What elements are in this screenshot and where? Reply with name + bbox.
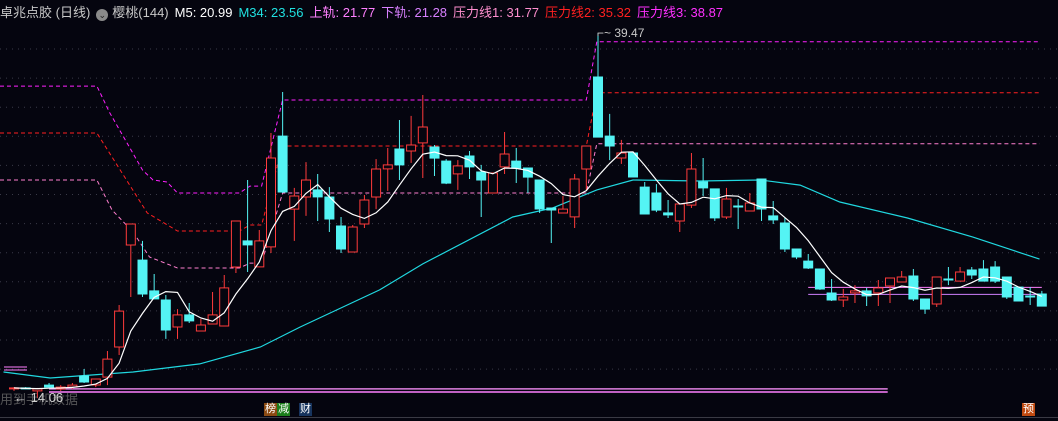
candle-body [499,153,510,168]
candle-body [896,276,907,283]
candle-body [406,144,417,152]
high-price-label: ⌐~ 39.47 [597,26,645,40]
candle-body [966,269,977,276]
candle-body [931,276,942,305]
candle-body [125,223,136,246]
ma34-line [3,179,1040,379]
candle-body [1025,295,1036,298]
candle-body [569,178,580,218]
high-price-value: 39.47 [614,26,645,40]
candle-body [593,76,603,138]
candle-body [546,207,557,211]
candle-body [336,225,346,250]
candle-body [114,310,125,348]
candle-body [943,278,954,281]
candle-body [277,135,288,193]
candle-body [452,165,463,175]
candle-body [803,260,814,269]
candle-body [663,212,674,216]
candle-body [558,208,568,214]
candle-body [955,271,966,282]
badge-yu[interactable]: 预 [1022,403,1035,416]
candle-body [266,157,276,248]
candle-body [312,189,323,198]
candle-body [604,135,615,147]
candle-body [873,287,884,294]
legend-m34: M34: 23.56 [238,5,304,20]
candle-body [581,145,592,170]
candle-body [301,179,311,198]
candle-body [79,375,90,383]
candle-body [756,178,767,210]
candle-body [137,259,148,295]
candle-body [920,298,930,310]
candle-body [441,160,452,184]
candle-body [487,172,498,194]
candle-body [768,215,779,221]
candle-body [850,290,860,294]
badge-cai[interactable]: 财 [299,403,312,416]
candle-body [628,152,638,178]
candle-body [394,148,405,166]
legend-lower: 下轨: 21.28 [381,5,448,20]
candle-body [511,160,522,169]
candle-body [347,226,358,253]
candle-body [172,314,183,328]
candle-body [826,292,837,301]
candle-body [195,324,206,332]
candle-body [184,314,195,322]
candle-body [791,248,802,258]
candle-body [44,384,54,388]
candlestick-chart[interactable] [0,0,1058,421]
legend-m5: M5: 20.99 [174,5,233,20]
badge-bang[interactable]: 榜 [264,403,277,416]
candle-body [371,168,382,198]
indicator-name[interactable]: 樱桃(144) [112,5,168,20]
candle-body [242,240,253,246]
candle-body [721,198,732,218]
legend-upper: 上轨: 21.77 [309,5,376,20]
candle-body [709,188,720,219]
candle-body [359,199,370,225]
candle-body [686,168,697,206]
candle-body [885,277,895,287]
candle-body [1013,286,1024,302]
candle-body [838,296,849,301]
candle-body [779,222,790,250]
pressure-line-3 [0,41,1040,194]
badge-jian[interactable]: 减 [277,403,290,416]
low-price-value: 14.06 [30,390,64,405]
legend-pressure2: 压力线2: 35.32 [545,5,632,20]
candle-body [534,179,545,210]
candle-body [698,181,709,189]
candle-body [476,171,487,181]
candle-body [639,186,650,215]
candle-body [674,203,685,222]
panel-divider [0,417,1058,418]
candle-body [382,164,393,170]
candle-body [160,299,171,331]
candle-body [814,268,825,290]
candle-body [417,126,428,144]
legend-pressure1: 压力线1: 31.77 [453,5,540,20]
candle-body [733,205,744,208]
candle-body [978,268,989,282]
stock-title[interactable]: 卓兆点胶 (日线) [0,5,90,20]
candle-body [230,220,241,268]
legend-pressure3: 压力线3: 38.87 [637,5,724,20]
chart-header: 卓兆点胶 (日线) ⌄ 樱桃(144) M5: 20.99 M34: 23.56 上轨: … [0,4,729,22]
low-price-label: ← 14.06 [14,390,64,405]
candle-body [651,192,662,211]
candle-body [464,155,475,168]
chevron-down-icon[interactable]: ⌄ [96,9,109,21]
